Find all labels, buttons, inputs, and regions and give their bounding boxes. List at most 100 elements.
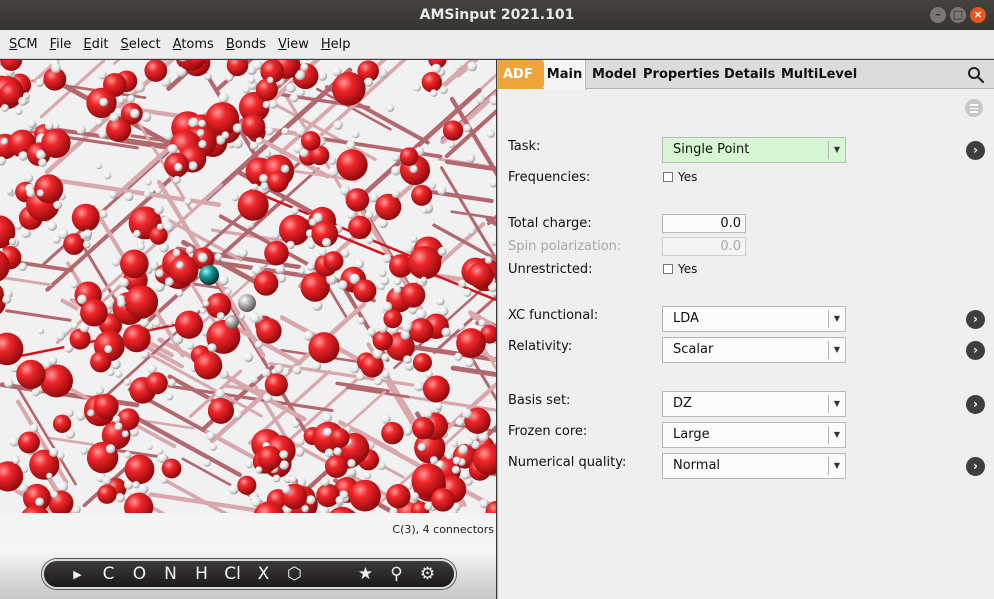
element-chlorine-button[interactable]: Cl	[217, 564, 248, 584]
menu-view[interactable]: View	[278, 37, 309, 52]
task-details-arrow-icon[interactable]: ›	[966, 141, 985, 160]
xc-functional-details-arrow-icon[interactable]: ›	[966, 310, 985, 329]
oxygen-atom	[421, 71, 442, 93]
menu-edit[interactable]: Edit	[83, 37, 108, 52]
ring-icon[interactable]: ⬡	[279, 564, 310, 584]
element-oxygen-button[interactable]: O	[124, 564, 155, 584]
hydrogen-atom	[318, 248, 327, 257]
hydrogen-atom	[83, 229, 93, 239]
favorite-icon[interactable]: ★	[350, 564, 381, 584]
hydrogen-atom	[99, 210, 108, 219]
grey-atom[interactable]	[225, 315, 239, 329]
oxygen-atom	[41, 128, 71, 159]
frozen-core-select[interactable]: Large ▼	[662, 422, 846, 448]
element-other-button[interactable]: X	[248, 564, 279, 584]
tab-properties[interactable]: Properties	[643, 60, 720, 89]
element-nitrogen-button[interactable]: N	[155, 564, 186, 584]
hydrogen-atom	[130, 108, 140, 119]
menu-label: ile	[56, 36, 72, 52]
hydrogen-atom	[268, 99, 278, 109]
viewer-status-bar: C(3), 4 connectors	[0, 513, 496, 549]
menu-file[interactable]: File	[50, 37, 72, 52]
hydrogen-atom	[51, 491, 59, 499]
tool-icon[interactable]: ⚲	[381, 564, 412, 584]
hydrogen-atom	[26, 188, 35, 198]
menu-scm[interactable]: SCM	[9, 37, 38, 52]
hydrogen-atom	[8, 436, 20, 447]
tab-model[interactable]: Model	[592, 60, 636, 89]
unrestricted-checkbox[interactable]: Yes	[663, 262, 697, 276]
hydrogen-atom	[296, 437, 305, 446]
hydrogen-atom	[345, 140, 356, 151]
basis-set-details-arrow-icon[interactable]: ›	[966, 395, 985, 414]
oxygen-atom	[194, 351, 223, 380]
tab-details[interactable]: Details	[724, 60, 775, 89]
relativity-details-arrow-icon[interactable]: ›	[966, 341, 985, 360]
oxygen-atom	[323, 251, 344, 272]
numerical-quality-select[interactable]: Normal ▼	[662, 453, 846, 479]
search-icon[interactable]	[967, 66, 985, 84]
minimize-icon[interactable]: –	[930, 7, 946, 23]
hydrogen-atom	[154, 204, 164, 215]
hydrogen-atom	[224, 288, 232, 296]
hydrogen-atom	[429, 182, 437, 190]
hydrogen-atom	[139, 317, 150, 328]
xc-functional-select[interactable]: LDA ▼	[662, 306, 846, 332]
menu-atoms[interactable]: Atoms	[173, 37, 214, 52]
hydrogen-atom	[12, 456, 20, 465]
oxygen-atom	[16, 359, 46, 390]
grey-atom[interactable]	[238, 294, 256, 312]
pointer-icon[interactable]: ▶	[62, 568, 93, 581]
hydrogen-atom	[391, 165, 401, 176]
hydrogen-atom	[56, 331, 66, 341]
tab-engine-adf[interactable]: ADF	[498, 60, 552, 89]
hydrogen-atom	[98, 130, 107, 139]
close-icon[interactable]: ×	[970, 7, 986, 23]
menu-bar: SCM File Edit Select Atoms Bonds View He…	[0, 30, 994, 59]
oxygen-atom	[255, 78, 278, 101]
oxygen-atom	[349, 479, 381, 512]
maximize-icon[interactable]: □	[950, 7, 966, 23]
menu-bonds[interactable]: Bonds	[226, 37, 266, 52]
hydrogen-atom	[174, 163, 183, 172]
hydrogen-atom	[301, 505, 309, 513]
numerical-quality-details-arrow-icon[interactable]: ›	[966, 457, 985, 476]
carbon-atom[interactable]	[199, 265, 219, 285]
settings-icon[interactable]: ⚙	[412, 564, 443, 584]
total-charge-field[interactable]: 0.0	[662, 214, 746, 233]
hydrogen-atom	[184, 197, 192, 206]
molecule-viewer[interactable]	[0, 60, 496, 513]
element-carbon-button[interactable]: C	[93, 564, 124, 584]
hydrogen-atom	[27, 119, 37, 129]
hydrogen-atom	[87, 409, 95, 417]
task-label: Task:	[508, 139, 541, 154]
basis-set-select[interactable]: DZ ▼	[662, 391, 846, 417]
hydrogen-atom	[402, 322, 412, 332]
hydrogen-atom	[141, 112, 152, 122]
frequencies-checkbox[interactable]: Yes	[663, 170, 697, 184]
hydrogen-atom	[286, 240, 295, 250]
oxygen-atom	[90, 351, 112, 373]
relativity-select[interactable]: Scalar ▼	[662, 337, 846, 363]
hydrogen-atom	[363, 77, 374, 87]
task-select[interactable]: Single Point ▼	[662, 137, 846, 163]
element-hydrogen-button[interactable]: H	[186, 564, 217, 584]
hydrogen-atom	[289, 93, 299, 103]
menu-help[interactable]: Help	[321, 37, 351, 52]
hydrogen-atom	[108, 190, 117, 199]
hydrogen-atom	[146, 444, 153, 451]
hydrogen-atom	[152, 319, 161, 328]
panel-menu-icon[interactable]	[965, 99, 983, 117]
tab-main[interactable]: Main	[544, 60, 586, 90]
hydrogen-atom	[255, 466, 263, 474]
hydrogen-atom	[218, 92, 229, 104]
hydrogen-atom	[156, 223, 164, 231]
hydrogen-atom	[447, 141, 456, 149]
oxygen-atom	[411, 417, 435, 440]
tab-multilevel[interactable]: MultiLevel	[781, 60, 857, 89]
hydrogen-atom	[298, 267, 305, 275]
hydrogen-atom	[400, 329, 411, 340]
hydrogen-atom	[380, 276, 390, 286]
menu-select[interactable]: Select	[121, 37, 161, 52]
oxygen-atom	[237, 189, 269, 221]
